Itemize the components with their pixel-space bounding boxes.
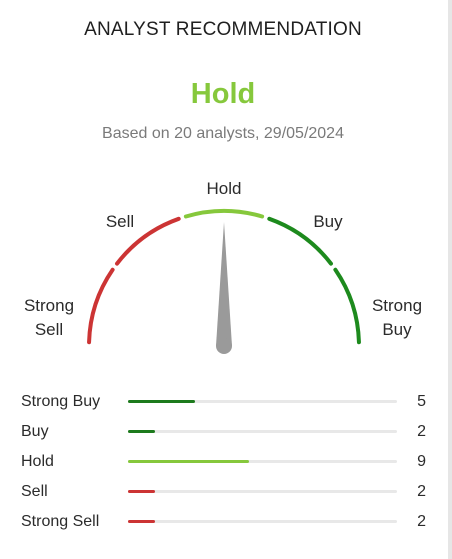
breakdown-bar: [128, 460, 249, 463]
breakdown-track: [128, 430, 397, 433]
gauge-label-strong-buy-line2: Buy: [382, 320, 412, 339]
breakdown-count: 2: [417, 483, 426, 500]
gauge-label-sell: Sell: [106, 212, 134, 231]
breakdown-count: 5: [417, 393, 426, 410]
breakdown-label: Hold: [21, 453, 54, 470]
breakdown-count: 2: [417, 513, 426, 530]
gauge-needle-base: [216, 338, 232, 354]
breakdown-label: Buy: [21, 423, 49, 440]
breakdown-row-strong-sell: Strong Sell 2: [0, 508, 448, 536]
breakdown-count: 2: [417, 423, 426, 440]
gauge-label-strong-buy-line1: Strong: [372, 296, 422, 315]
gauge-label-hold: Hold: [207, 179, 242, 198]
breakdown-track: [128, 460, 397, 463]
breakdown-bar: [128, 430, 155, 433]
gauge-segment-strong-sell: [87, 267, 115, 345]
breakdown-label: Strong Sell: [21, 513, 100, 530]
gauge-segment-strong-buy: [333, 267, 361, 345]
analyst-recommendation-widget: ANALYST RECOMMENDATION Hold Based on 20 …: [0, 0, 448, 559]
breakdown-label: Sell: [21, 483, 48, 500]
breakdown-count: 9: [417, 453, 426, 470]
recommendation-gauge: Strong Sell Sell Hold Buy Strong Buy: [24, 179, 422, 354]
breakdown-row-sell: Sell 2: [0, 478, 448, 506]
breakdown-track: [128, 400, 397, 403]
breakdown-bar: [128, 490, 155, 493]
breakdown-bar: [128, 400, 195, 403]
gauge-label-strong-sell-line2: Sell: [35, 320, 63, 339]
breakdown-row-strong-buy: Strong Buy 5: [0, 388, 448, 416]
breakdown-track: [128, 520, 397, 523]
breakdown-track: [128, 490, 397, 493]
gauge-needle: [216, 222, 232, 346]
breakdown-bar: [128, 520, 155, 523]
breakdown-row-hold: Hold 9: [0, 448, 448, 476]
gauge-label-buy: Buy: [313, 212, 343, 231]
gauge-segment-hold: [183, 208, 265, 219]
gauge-label-strong-sell-line1: Strong: [24, 296, 74, 315]
panel-border: [448, 0, 452, 559]
breakdown-label: Strong Buy: [21, 393, 101, 410]
breakdown-row-buy: Buy 2: [0, 418, 448, 446]
